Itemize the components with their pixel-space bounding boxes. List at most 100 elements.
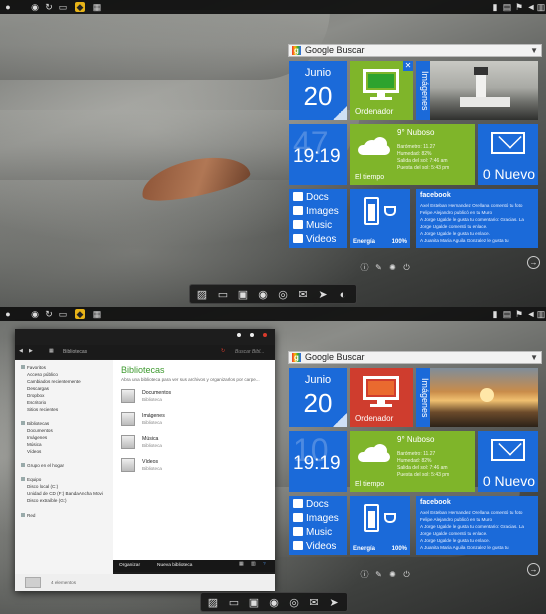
dock-tools-icon[interactable]: ▨ <box>206 596 220 610</box>
power-icon[interactable]: ⏻ <box>402 570 411 579</box>
sidebar-item[interactable]: Imágenes <box>27 435 47 440</box>
power-icon[interactable]: ● <box>3 309 13 319</box>
search-input[interactable]: Buscar Bibl... <box>235 349 264 355</box>
sidebar-item[interactable]: Música <box>27 442 42 447</box>
lib-videos[interactable]: Videos <box>293 541 336 552</box>
facebook-tile[interactable]: facebook Axel Esteban Hernandez Orellana… <box>416 189 538 248</box>
energy-tile[interactable]: Energía 100% <box>350 189 410 248</box>
address-bar[interactable]: ◀ ▶ ▦ Bibliotecas ↻ Buscar Bibl... <box>15 345 275 359</box>
network-icon[interactable]: ▥ <box>536 2 546 12</box>
dock-folder-icon[interactable]: ▭ <box>227 596 241 610</box>
dock-chrome-icon[interactable]: ◎ <box>276 288 290 302</box>
folder-icon[interactable]: ▭ <box>58 2 68 12</box>
dock-chrome-icon[interactable]: ◎ <box>287 596 301 610</box>
dock-firefox-icon[interactable]: ◉ <box>267 596 281 610</box>
sidebar-item[interactable]: Sitios recientes <box>27 407 58 412</box>
minimize-button[interactable] <box>237 333 241 337</box>
images-tile[interactable]: Imágenes <box>416 368 538 427</box>
sidebar-item[interactable]: Unidad de CD (F:) BandaAncha Movi <box>27 491 103 496</box>
sidebar-item[interactable]: Cambiados recientemente <box>27 379 81 384</box>
clock-tile[interactable]: 10 19:19 <box>289 431 347 492</box>
clock-tile[interactable]: 47 19:19 <box>289 124 347 185</box>
libraries-header[interactable]: Bibliotecas <box>21 421 49 426</box>
window-titlebar[interactable] <box>15 329 275 343</box>
computer-header[interactable]: Equipo <box>21 477 41 482</box>
dock-tools-icon[interactable]: ▨ <box>195 288 209 302</box>
calendar-tile[interactable]: Junio 20 <box>289 368 347 427</box>
power-icon[interactable]: ● <box>3 2 13 12</box>
view-icon[interactable]: ▦ <box>239 562 244 567</box>
clipboard-icon[interactable]: ▤ <box>502 309 512 319</box>
clipboard-icon[interactable]: ▤ <box>502 2 512 12</box>
sidebar-item[interactable]: Escritorio <box>27 400 46 405</box>
dock-window-icon[interactable]: ▣ <box>236 288 250 302</box>
sidebar-item[interactable]: Descargas <box>27 386 49 391</box>
dropdown-arrow-icon[interactable]: ▼ <box>530 45 538 56</box>
dock-eye-icon[interactable]: ◐ <box>336 288 350 302</box>
close-button[interactable] <box>263 333 267 337</box>
help-icon[interactable]: ? <box>263 562 266 567</box>
images-tile[interactable]: Imágenes <box>416 61 538 120</box>
close-icon[interactable]: ✕ <box>403 61 413 71</box>
calendar-tile[interactable]: Junio 20 <box>289 61 347 120</box>
computer-tile[interactable]: ✕ Ordenador <box>350 61 413 120</box>
computer-tile[interactable]: Ordenador <box>350 368 413 427</box>
flag-icon[interactable]: ⚑ <box>514 309 524 319</box>
mail-tile[interactable]: 0 Nuevo <box>478 431 538 492</box>
fire-icon[interactable]: ◉ <box>30 309 40 319</box>
volume-icon[interactable]: ◄ <box>526 2 536 12</box>
libraries-tile[interactable]: Docs Images Music Videos <box>289 189 347 248</box>
gallery-icon[interactable]: ▦ <box>92 2 102 12</box>
weather-tile[interactable]: 9° Nuboso Barómetro: 11.27 Humedad: 82% … <box>350 124 475 185</box>
trash-icon[interactable]: ▮ <box>490 2 500 12</box>
settings-icon[interactable]: ✺ <box>388 570 397 579</box>
sidebar-item[interactable]: Disco extraíble (G:) <box>27 498 67 503</box>
lib-music[interactable]: Music <box>293 220 332 231</box>
flag-icon[interactable]: ⚑ <box>514 2 524 12</box>
dock-send-icon[interactable]: ➤ <box>327 596 341 610</box>
sidebar-item[interactable]: Dropbox <box>27 393 44 398</box>
organize-button[interactable]: Organizar <box>119 563 140 568</box>
facebook-tile[interactable]: facebook Axel Esteban Hernandez Orellana… <box>416 496 538 555</box>
favorites-header[interactable]: Favoritos <box>21 365 46 370</box>
preview-pane-icon[interactable]: ▥ <box>251 562 256 567</box>
dock-mail-icon[interactable]: ✉ <box>307 596 321 610</box>
google-search-bar[interactable]: g Google Buscar ▼ <box>288 44 542 57</box>
dock-firefox-icon[interactable]: ◉ <box>256 288 270 302</box>
next-arrow-icon[interactable]: → <box>527 563 540 576</box>
weather-tile[interactable]: 9° Nuboso Barómetro: 11.27 Humedad: 82% … <box>350 431 475 492</box>
refresh-icon[interactable]: ↻ <box>44 2 54 12</box>
dropdown-arrow-icon[interactable]: ▼ <box>530 352 538 363</box>
libraries-tile[interactable]: Docs Images Music Videos <box>289 496 347 555</box>
wrench-icon[interactable]: ✎ <box>374 570 383 579</box>
folder-icon[interactable]: ▭ <box>58 309 68 319</box>
settings-icon[interactable]: ✺ <box>388 263 397 272</box>
dock-window-icon[interactable]: ▣ <box>247 596 261 610</box>
dock-folder-icon[interactable]: ▭ <box>216 288 230 302</box>
refresh-icon[interactable]: ↻ <box>44 309 54 319</box>
network-item[interactable]: Red <box>21 513 35 518</box>
power-icon[interactable]: ⏻ <box>402 263 411 272</box>
info-icon[interactable]: ⓘ <box>360 570 369 579</box>
fire-icon[interactable]: ◉ <box>30 2 40 12</box>
trash-icon[interactable]: ▮ <box>490 309 500 319</box>
shield-icon[interactable]: ◆ <box>75 2 85 12</box>
lib-music[interactable]: Music <box>293 527 332 538</box>
forward-icon[interactable]: ▶ <box>29 348 33 354</box>
lib-images[interactable]: Images <box>293 513 339 524</box>
sidebar-item[interactable]: Disco local (C:) <box>27 484 58 489</box>
volume-icon[interactable]: ◄ <box>526 309 536 319</box>
new-library-button[interactable]: Nueva biblioteca <box>157 563 192 568</box>
dock-mail-icon[interactable]: ✉ <box>296 288 310 302</box>
info-icon[interactable]: ⓘ <box>360 263 369 272</box>
mail-tile[interactable]: 0 Nuevo <box>478 124 538 185</box>
back-icon[interactable]: ◀ <box>19 348 23 354</box>
energy-tile[interactable]: Energía 100% <box>350 496 410 555</box>
network-icon[interactable]: ▥ <box>536 309 546 319</box>
lib-docs[interactable]: Docs <box>293 192 329 203</box>
google-search-bar[interactable]: g Google Buscar ▼ <box>288 351 542 364</box>
next-arrow-icon[interactable]: → <box>527 256 540 269</box>
dock-send-icon[interactable]: ➤ <box>316 288 330 302</box>
shield-icon[interactable]: ◆ <box>75 309 85 319</box>
sidebar-item[interactable]: Documentos <box>27 428 53 433</box>
